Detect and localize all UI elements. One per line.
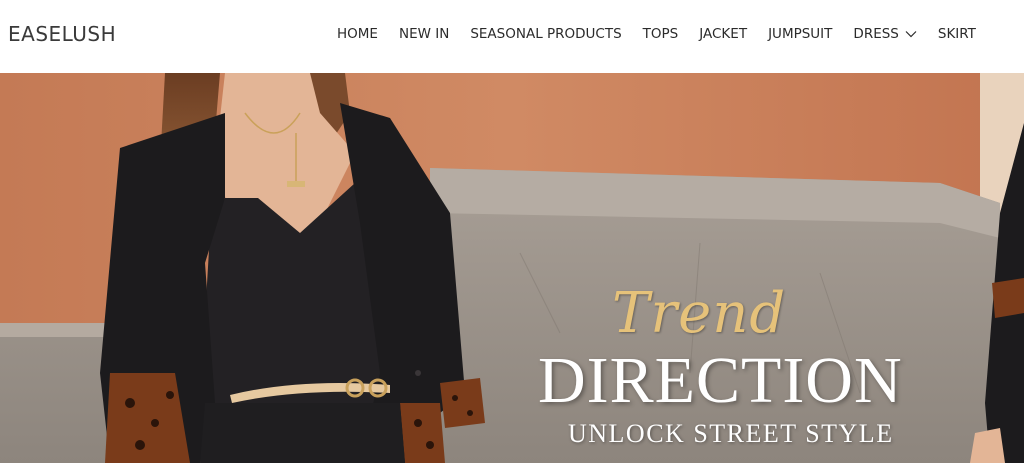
hero-banner[interactable]: Trend DIRECTION UNLOCK STREET STYLE (0, 73, 1024, 463)
chevron-down-icon (905, 31, 917, 38)
nav-item-label: TOPS (642, 26, 679, 42)
nav-item-label: JUMPSUIT (768, 26, 833, 42)
nav-item-jumpsuit[interactable]: JUMPSUIT (768, 26, 832, 42)
nav-item-label: SEASONAL PRODUCTS (470, 26, 622, 42)
nav-item-skirt[interactable]: SKIRT (938, 26, 976, 42)
main-nav: HOME NEW IN SEASONAL PRODUCTS TOPS JACKE… (337, 26, 997, 42)
nav-item-tops[interactable]: TOPS (643, 26, 679, 42)
site-header: EASELUSH HOME NEW IN SEASONAL PRODUCTS T… (0, 0, 1024, 73)
nav-item-new-in[interactable]: NEW IN (399, 26, 449, 42)
nav-item-home[interactable]: HOME (337, 26, 378, 42)
brand-logo[interactable]: EASELUSH (8, 22, 116, 46)
nav-item-jacket[interactable]: JACKET (699, 26, 747, 42)
nav-item-label: JACKET (699, 26, 748, 42)
nav-item-label: HOME (337, 26, 378, 42)
nav-item-dress[interactable]: DRESS (853, 26, 917, 42)
nav-item-label: NEW IN (398, 26, 450, 42)
hero-image (0, 73, 1024, 463)
nav-item-label: DRESS (853, 26, 899, 42)
nav-item-label: SKIRT (937, 26, 976, 42)
nav-item-seasonal-products[interactable]: SEASONAL PRODUCTS (470, 26, 621, 42)
